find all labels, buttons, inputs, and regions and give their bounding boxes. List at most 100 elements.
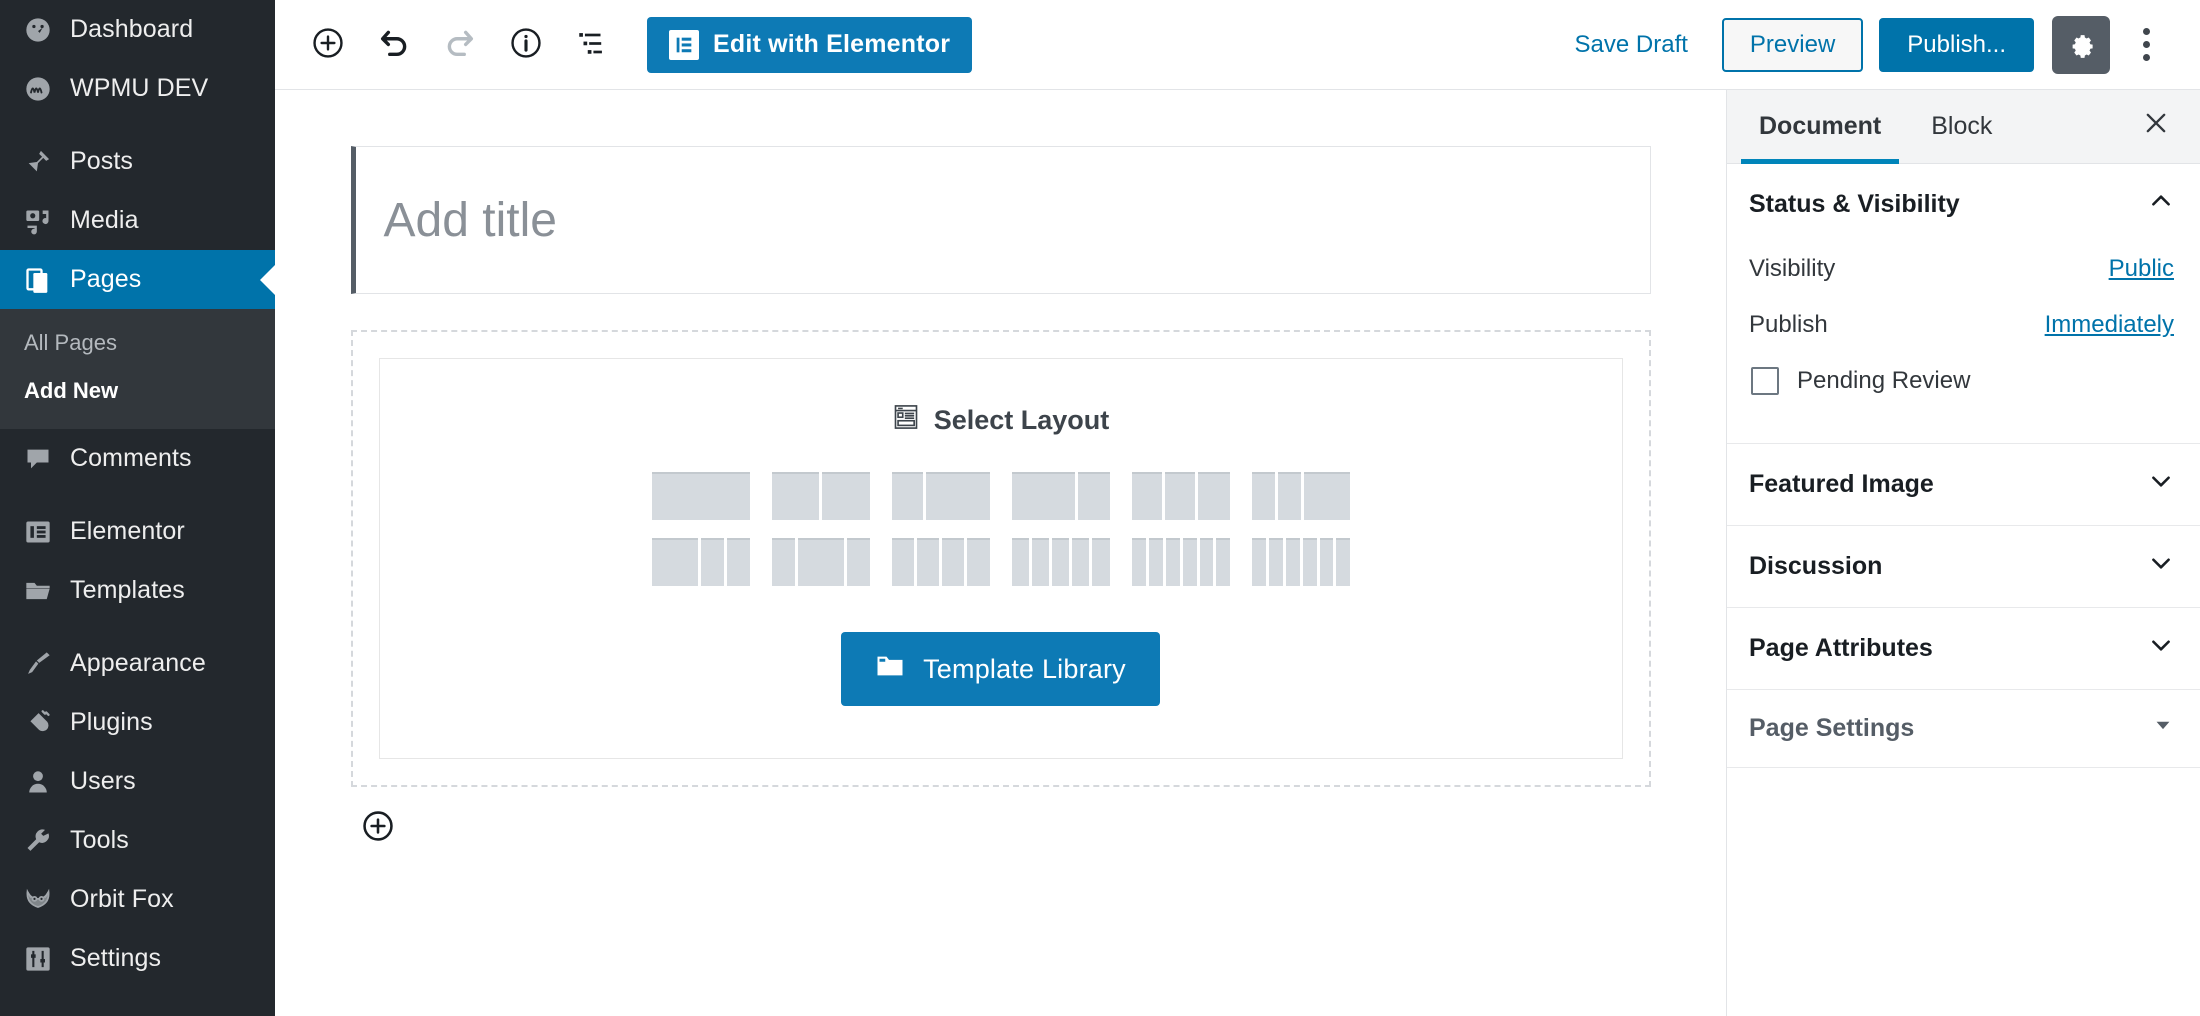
canvas-appender[interactable] [351,809,1651,848]
plus-circle-icon [361,811,395,847]
media-icon [14,207,62,235]
visibility-label: Visibility [1749,255,1836,282]
sidebar-item-label: Elementor [70,517,185,545]
visibility-row: Visibility Public [1749,245,2174,301]
layout-preset-3-columns-equal[interactable] [1131,472,1230,520]
sidebar-item-label: Templates [70,576,185,604]
publish-button[interactable]: Publish... [1879,17,2034,72]
layout-preset-column [925,472,990,520]
layout-preset-column [916,538,939,586]
layout-preset-2-columns-equal[interactable] [771,472,870,520]
sidebar-item-label: Pages [70,265,142,293]
layout-preset-column [1182,538,1197,586]
close-icon [2142,107,2170,146]
sidebar-item-plugins[interactable]: Plugins [0,693,275,752]
sidebar-item-orbit-fox[interactable]: Orbit Fox [0,870,275,929]
visibility-value[interactable]: Public [2109,255,2174,283]
layout-preset-2-columns-67-33[interactable] [1011,472,1110,520]
template-library-button[interactable]: Template Library [841,632,1160,706]
folder-icon [14,577,62,605]
layout-preset-3-columns-50-25-25[interactable] [651,538,750,586]
panel-section-header[interactable]: Discussion [1727,526,2200,607]
layout-preset-column [822,472,870,520]
layout-preset-column [797,538,844,586]
sidebar-item-users[interactable]: Users [0,752,275,811]
sidebar-item-label: Settings [70,944,162,972]
add-block-button[interactable] [297,14,359,76]
sidebar-item-label: Comments [70,444,192,472]
pending-review-row[interactable]: Pending Review [1749,357,2174,419]
layout-preset-column [1319,538,1334,586]
layout-preset-column [1251,538,1266,586]
edit-with-elementor-button[interactable]: Edit with Elementor [647,16,973,73]
layout-preset-4-columns-equal[interactable] [891,538,990,586]
layout-preset-4-columns-25-50-25[interactable] [771,538,870,586]
post-title-input[interactable]: Add title [384,193,557,248]
layout-preset-6-columns-alt[interactable] [1251,538,1350,586]
sidebar-item-dashboard[interactable]: Dashboard [0,0,275,59]
content-info-button[interactable] [495,14,557,76]
sidebar-item-elementor[interactable]: Elementor [0,502,275,561]
more-options-button[interactable] [2118,16,2174,74]
sidebar-item-appearance[interactable]: Appearance [0,634,275,693]
publish-value[interactable]: Immediately [2045,311,2174,339]
layout-preset-6-columns-equal[interactable] [1131,538,1230,586]
fox-icon [14,886,62,914]
chevron-down-icon [2148,632,2174,665]
layout-preset-row [651,538,1350,586]
layout-preset-3-columns-25-25-50[interactable] [1251,472,1350,520]
pages-icon [14,266,62,294]
editor-canvas[interactable]: Add title Select Layout Template Library [275,90,1726,1016]
sliders-icon [14,945,62,973]
submenu-item-all-pages[interactable]: All Pages [0,319,275,367]
layout-preset-column [1216,538,1230,586]
toolbar-right-group: Save Draft Preview Publish... [1551,15,2174,74]
panel-section-header[interactable]: Page Settings [1727,690,2200,767]
layout-preset-column [891,538,914,586]
panel-section-header[interactable]: Featured Image [1727,444,2200,525]
panel-section-header[interactable]: Status & Visibility [1727,164,2200,245]
comment-icon [14,445,62,473]
sidebar-item-comments[interactable]: Comments [0,429,275,488]
layout-preset-2-columns-33-67[interactable] [891,472,990,520]
folder-icon [875,651,905,688]
sidebar-item-settings[interactable]: Settings [0,929,275,988]
layout-preset-1-column[interactable] [651,472,750,520]
elementor-inner-area: Select Layout Template Library [378,358,1623,759]
tab-block[interactable]: Block [1913,90,2010,163]
editor-toolbar: Edit with Elementor Save Draft Preview P… [275,0,2200,90]
close-settings-button[interactable] [2130,90,2182,163]
pending-review-label: Pending Review [1797,367,1971,394]
preview-button[interactable]: Preview [1721,17,1864,72]
redo-button[interactable] [429,14,491,76]
elementor-section-placeholder: Select Layout Template Library [350,330,1651,787]
sidebar-item-label: Appearance [70,649,206,677]
tab-document[interactable]: Document [1741,90,1900,164]
sidebar-item-templates[interactable]: Templates [0,561,275,620]
layout-preset-column [1303,472,1350,520]
layout-preset-column [1131,472,1162,520]
submenu-item-add-new[interactable]: Add New [0,367,275,415]
sidebar-item-posts[interactable]: Posts [0,132,275,191]
undo-button[interactable] [363,14,425,76]
sidebar-separator [0,620,275,634]
pin-icon [14,148,62,176]
elementor-icon [669,29,699,60]
save-draft-button[interactable]: Save Draft [1551,31,1712,59]
sidebar-item-media[interactable]: Media [0,191,275,250]
settings-toggle-button[interactable] [2052,15,2110,74]
panel-section-header[interactable]: Page Attributes [1727,608,2200,689]
block-navigation-button[interactable] [561,14,623,76]
sidebar-item-wpmudev[interactable]: WPMU DEV [0,59,275,118]
layout-preset-5-columns-equal[interactable] [1011,538,1110,586]
layout-preset-column [1031,538,1049,586]
more-vertical-icon [2142,54,2150,61]
sidebar-item-pages[interactable]: Pages [0,250,275,309]
post-title-block[interactable]: Add title [350,146,1651,294]
sidebar-item-tools[interactable]: Tools [0,811,275,870]
admin-sidebar: Dashboard WPMU DEV Posts Media Pages All… [0,0,275,1016]
panel-section-body: Visibility Public Publish Immediately Pe… [1727,245,2200,443]
pending-review-checkbox[interactable] [1751,367,1779,395]
layout-preset-column [1092,538,1110,586]
layout-preset-column [1268,538,1283,586]
